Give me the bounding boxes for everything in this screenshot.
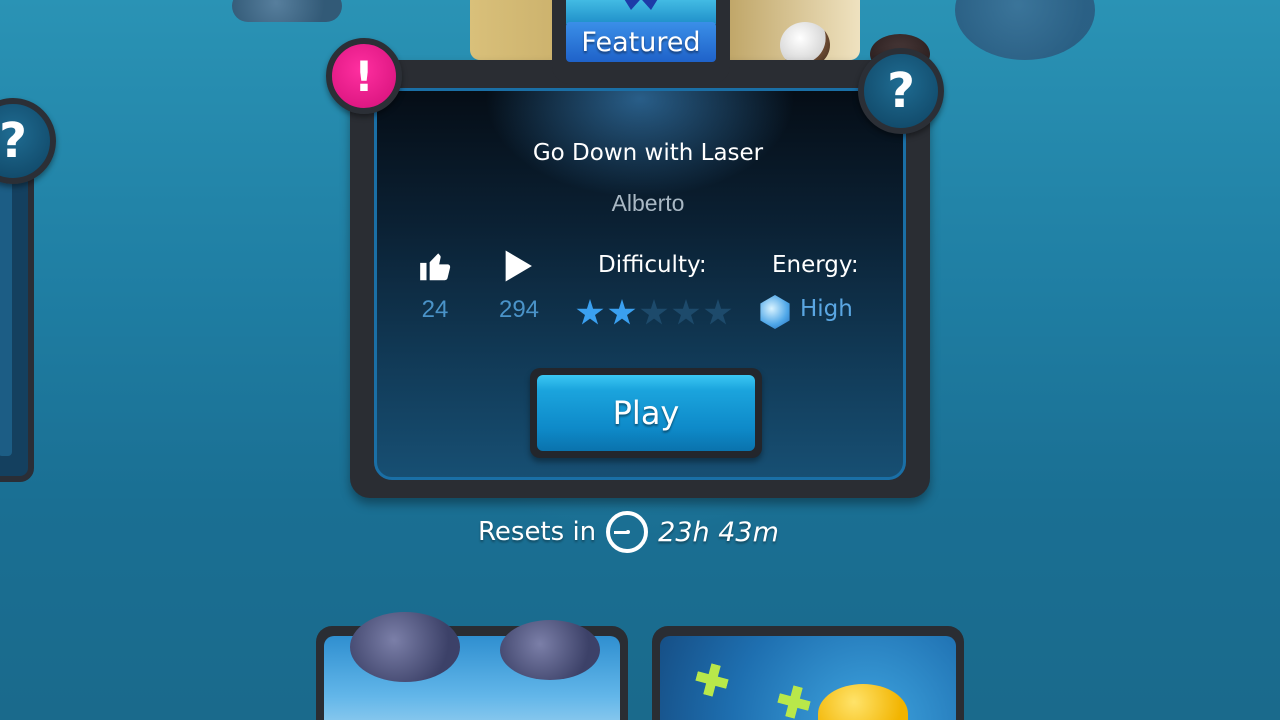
energy-value: High [800, 296, 853, 322]
energy-label: Energy: [772, 252, 859, 278]
featured-tab: Featured [552, 0, 730, 84]
star-icon [640, 299, 668, 325]
alert-icon: ! [354, 51, 374, 101]
previous-level-card-screen [0, 176, 12, 456]
featured-emblem-icon [621, 0, 661, 10]
help-badge[interactable]: ? [858, 48, 944, 134]
help-badge-left[interactable]: ? [0, 98, 56, 184]
likes-count: 24 [421, 296, 449, 323]
decorative-city [500, 620, 600, 680]
star-icon [576, 299, 604, 325]
star-icon [704, 299, 732, 325]
play-button-label: Play [537, 375, 755, 451]
level-author: Alberto [611, 190, 685, 216]
play-button[interactable]: Play [530, 368, 762, 458]
featured-label: Featured [566, 22, 716, 62]
star-icon [608, 299, 636, 325]
decorative-planet [350, 612, 460, 682]
question-icon: ? [0, 113, 27, 169]
play-count-glyph [505, 250, 532, 282]
reset-timer: Resets in 23h 43m [478, 508, 779, 556]
decorative-planet-right [955, 0, 1095, 60]
play-count-icon [496, 246, 540, 286]
thumbs-up-glyph [420, 253, 451, 281]
featured-emblem [566, 0, 716, 24]
question-icon: ? [887, 63, 915, 119]
plays-count: 294 [498, 296, 540, 323]
difficulty-rating [576, 299, 732, 329]
timer-icon [606, 511, 649, 553]
reset-time: 23h 43m [658, 516, 779, 548]
difficulty-label: Difficulty: [598, 252, 707, 278]
reset-label: Resets in [478, 517, 597, 547]
level-title: Go Down with Laser [532, 140, 764, 166]
alert-badge[interactable]: ! [326, 38, 402, 114]
decorative-planet-left [232, 0, 342, 22]
star-icon [672, 299, 700, 325]
thumbs-up-icon [414, 246, 458, 286]
